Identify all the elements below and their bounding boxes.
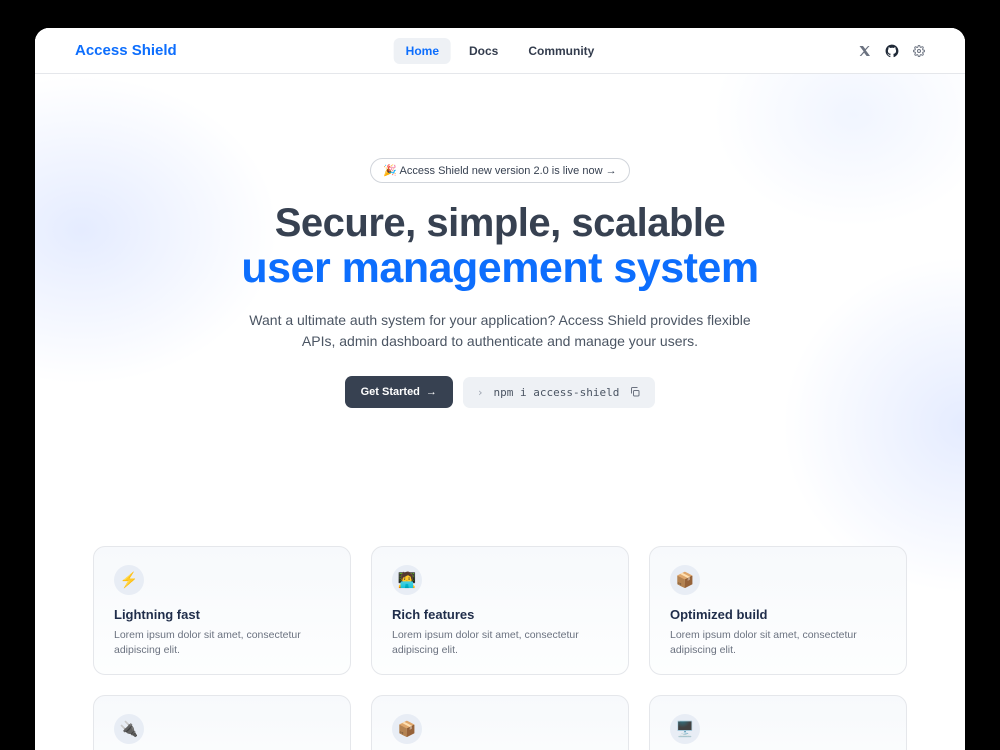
features-grid: ⚡ Lightning fast Lorem ipsum dolor sit a… — [35, 546, 965, 750]
x-social-icon[interactable] — [859, 45, 871, 57]
feature-title: Lightning fast — [114, 607, 330, 622]
site-header: Access Shield Home Docs Community — [35, 28, 965, 74]
feature-card-error: 🖥️ Error handling — [649, 695, 907, 750]
version-banner[interactable]: 🎉 Access Shield new version 2.0 is live … — [370, 158, 629, 183]
prompt-chevron-icon: › — [477, 386, 484, 399]
hero-title-line1: Secure, simple, scalable — [275, 201, 725, 245]
feature-card-rich: 🧑‍💻 Rich features Lorem ipsum dolor sit … — [371, 546, 629, 674]
install-command-text: npm i access-shield — [494, 386, 620, 399]
version-banner-text: 🎉 Access Shield new version 2.0 is live … — [383, 164, 616, 177]
feature-title: Optimized build — [670, 607, 886, 622]
primary-nav: Home Docs Community — [394, 38, 607, 64]
feature-desc: Lorem ipsum dolor sit amet, consectetur … — [392, 628, 608, 657]
hero-actions: Get Started → › npm i access-shield — [345, 376, 656, 408]
package-icon: 📦 — [670, 565, 700, 595]
hero-title-line2: user management system — [241, 245, 758, 292]
lightning-icon: ⚡ — [114, 565, 144, 595]
settings-gear-icon[interactable] — [913, 45, 925, 57]
hero-description: Want a ultimate auth system for your app… — [240, 310, 760, 352]
install-command[interactable]: › npm i access-shield — [463, 377, 655, 408]
github-icon[interactable] — [885, 44, 899, 58]
brand-logo[interactable]: Access Shield — [75, 42, 177, 59]
nav-home[interactable]: Home — [394, 38, 451, 64]
feature-card-lightning: ⚡ Lightning fast Lorem ipsum dolor sit a… — [93, 546, 351, 674]
monitor-icon: 🖥️ — [670, 714, 700, 744]
hero-section: 🎉 Access Shield new version 2.0 is live … — [35, 74, 965, 408]
copy-icon[interactable] — [629, 386, 641, 398]
developer-icon: 🧑‍💻 — [392, 565, 422, 595]
nav-community[interactable]: Community — [516, 38, 606, 64]
feature-card-sdk: 📦 Multiple sdk's support — [371, 695, 629, 750]
sdk-icon: 📦 — [392, 714, 422, 744]
feature-title: Rich features — [392, 607, 608, 622]
arrow-right-icon: → — [426, 386, 437, 398]
feature-card-optimized: 📦 Optimized build Lorem ipsum dolor sit … — [649, 546, 907, 674]
nav-docs[interactable]: Docs — [457, 38, 510, 64]
feature-desc: Lorem ipsum dolor sit amet, consectetur … — [670, 628, 886, 657]
feature-card-flexible: 🔌 Flexible api — [93, 695, 351, 750]
header-icon-group — [859, 44, 925, 58]
feature-desc: Lorem ipsum dolor sit amet, consectetur … — [114, 628, 330, 657]
get-started-label: Get Started — [361, 386, 420, 398]
api-icon: 🔌 — [114, 714, 144, 744]
get-started-button[interactable]: Get Started → — [345, 376, 453, 408]
